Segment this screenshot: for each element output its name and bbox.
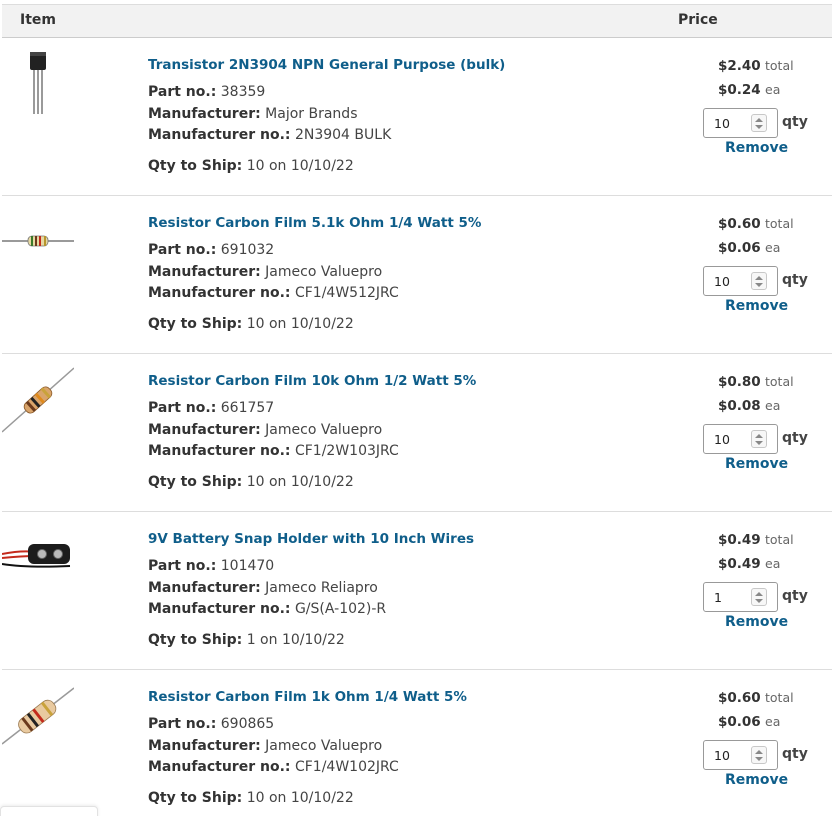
product-title-link[interactable]: Resistor Carbon Film 1k Ohm 1/4 Watt 5% <box>148 689 467 705</box>
quantity-stepper[interactable]: 1 <box>703 582 778 612</box>
part-number-line: Part no.: 38359 <box>148 84 266 100</box>
cart-row: Resistor Carbon Film 10k Ohm 1/2 Watt 5%… <box>2 354 832 512</box>
manufacturer-line: Manufacturer: Jameco Valuepro <box>148 422 383 438</box>
product-title-link[interactable]: Resistor Carbon Film 5.1k Ohm 1/4 Watt 5… <box>148 215 481 231</box>
quantity-value[interactable]: 10 <box>714 748 730 763</box>
quantity-stepper[interactable]: 10 <box>703 266 778 296</box>
qty-to-ship-line: Qty to Ship: 1 on 10/10/22 <box>148 632 345 648</box>
line-total: $0.60 total <box>718 216 794 232</box>
manufacturer-line: Manufacturer: Jameco Valuepro <box>148 264 383 280</box>
remove-button[interactable]: Remove <box>725 298 788 314</box>
remove-button[interactable]: Remove <box>725 772 788 788</box>
spinner-arrows-icon[interactable] <box>751 114 767 132</box>
quantity-stepper[interactable]: 10 <box>703 424 778 454</box>
manufacturer-number-line: Manufacturer no.: CF1/4W102JRC <box>148 759 399 775</box>
part-number-line: Part no.: 691032 <box>148 242 275 258</box>
line-total: $2.40 total <box>718 58 794 74</box>
cart-table-header: Item Price <box>2 4 832 38</box>
unit-price: $0.06 ea <box>718 240 781 256</box>
part-number-line: Part no.: 101470 <box>148 558 275 574</box>
cart-row: Resistor Carbon Film 1k Ohm 1/4 Watt 5% … <box>2 670 832 816</box>
remove-button[interactable]: Remove <box>725 456 788 472</box>
line-total: $0.49 total <box>718 532 794 548</box>
manufacturer-line: Manufacturer: Jameco Reliapro <box>148 580 378 596</box>
manufacturer-number-line: Manufacturer no.: CF1/2W103JRC <box>148 443 399 459</box>
quantity-value[interactable]: 10 <box>714 116 730 131</box>
item-details: Transistor 2N3904 NPN General Purpose (b… <box>148 38 668 196</box>
item-details: Resistor Carbon Film 5.1k Ohm 1/4 Watt 5… <box>148 196 668 354</box>
qty-label: qty <box>782 114 808 130</box>
price-cell: $2.40 total $0.24 ea 10 qty Remove <box>702 38 832 196</box>
quantity-value[interactable]: 10 <box>714 274 730 289</box>
resistor-image[interactable] <box>2 682 74 752</box>
line-total: $0.80 total <box>718 374 794 390</box>
item-details: 9V Battery Snap Holder with 10 Inch Wire… <box>148 512 668 670</box>
price-cell: $0.80 total $0.08 ea 10 qty Remove <box>702 354 832 512</box>
cart-row: Transistor 2N3904 NPN General Purpose (b… <box>2 38 832 196</box>
resistor-image[interactable] <box>2 366 74 436</box>
qty-label: qty <box>782 272 808 288</box>
battery-snap-image[interactable] <box>2 524 74 594</box>
remove-button[interactable]: Remove <box>725 140 788 156</box>
bottom-corner-tab <box>0 806 98 816</box>
cart-row: Resistor Carbon Film 5.1k Ohm 1/4 Watt 5… <box>2 196 832 354</box>
part-number-line: Part no.: 661757 <box>148 400 275 416</box>
price-cell: $0.60 total $0.06 ea 10 qty Remove <box>702 670 832 816</box>
spinner-arrows-icon[interactable] <box>751 588 767 606</box>
qty-label: qty <box>782 588 808 604</box>
item-details: Resistor Carbon Film 1k Ohm 1/4 Watt 5% … <box>148 670 668 816</box>
item-column-header: Item <box>20 12 56 28</box>
cart-row: 9V Battery Snap Holder with 10 Inch Wire… <box>2 512 832 670</box>
unit-price: $0.08 ea <box>718 398 781 414</box>
spinner-arrows-icon[interactable] <box>751 272 767 290</box>
price-column-header: Price <box>678 12 718 28</box>
qty-label: qty <box>782 430 808 446</box>
product-title-link[interactable]: Resistor Carbon Film 10k Ohm 1/2 Watt 5% <box>148 373 476 389</box>
quantity-stepper[interactable]: 10 <box>703 740 778 770</box>
quantity-value[interactable]: 10 <box>714 432 730 447</box>
manufacturer-line: Manufacturer: Jameco Valuepro <box>148 738 383 754</box>
price-cell: $0.49 total $0.49 ea 1 qty Remove <box>702 512 832 670</box>
transistor-image[interactable] <box>2 50 74 120</box>
item-details: Resistor Carbon Film 10k Ohm 1/2 Watt 5%… <box>148 354 668 512</box>
qty-to-ship-line: Qty to Ship: 10 on 10/10/22 <box>148 316 354 332</box>
manufacturer-number-line: Manufacturer no.: 2N3904 BULK <box>148 127 392 143</box>
spinner-arrows-icon[interactable] <box>751 430 767 448</box>
product-title-link[interactable]: Transistor 2N3904 NPN General Purpose (b… <box>148 57 505 73</box>
unit-price: $0.24 ea <box>718 82 781 98</box>
spinner-arrows-icon[interactable] <box>751 746 767 764</box>
qty-to-ship-line: Qty to Ship: 10 on 10/10/22 <box>148 790 354 806</box>
price-cell: $0.60 total $0.06 ea 10 qty Remove <box>702 196 832 354</box>
remove-button[interactable]: Remove <box>725 614 788 630</box>
line-total: $0.60 total <box>718 690 794 706</box>
unit-price: $0.49 ea <box>718 556 781 572</box>
manufacturer-line: Manufacturer: Major Brands <box>148 106 358 122</box>
quantity-value[interactable]: 1 <box>714 590 722 605</box>
unit-price: $0.06 ea <box>718 714 781 730</box>
qty-label: qty <box>782 746 808 762</box>
product-title-link[interactable]: 9V Battery Snap Holder with 10 Inch Wire… <box>148 531 474 547</box>
part-number-line: Part no.: 690865 <box>148 716 275 732</box>
quantity-stepper[interactable]: 10 <box>703 108 778 138</box>
qty-to-ship-line: Qty to Ship: 10 on 10/10/22 <box>148 158 354 174</box>
resistor-image[interactable] <box>2 208 74 278</box>
manufacturer-number-line: Manufacturer no.: G/S(A-102)-R <box>148 601 387 617</box>
qty-to-ship-line: Qty to Ship: 10 on 10/10/22 <box>148 474 354 490</box>
manufacturer-number-line: Manufacturer no.: CF1/4W512JRC <box>148 285 399 301</box>
